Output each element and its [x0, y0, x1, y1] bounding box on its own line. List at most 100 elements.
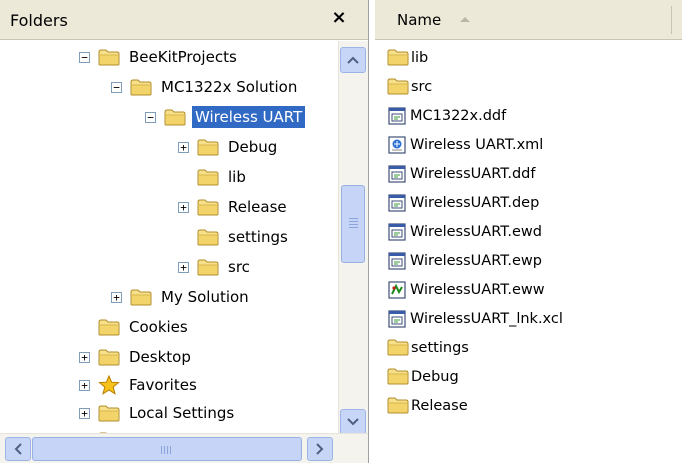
folder-icon: [98, 319, 120, 336]
file-name: WirelessUART.dep: [410, 194, 540, 211]
list-item[interactable]: settings: [387, 333, 563, 362]
tree-item-debug[interactable]: + Debug: [178, 134, 280, 160]
list-item[interactable]: WirelessUART.eww: [387, 275, 563, 304]
list-item[interactable]: WirelessUART.ewd: [387, 217, 563, 246]
ddf-file-icon: [387, 106, 407, 126]
list-item[interactable]: Release: [387, 391, 563, 420]
expand-toggle[interactable]: +: [178, 141, 189, 153]
list-item[interactable]: MC1322x.ddf: [387, 101, 563, 130]
folder-icon: [387, 49, 409, 66]
tree-item-label: Favorites: [129, 376, 197, 394]
scroll-up-button[interactable]: [340, 47, 366, 73]
folder-icon: [98, 349, 120, 366]
collapse-toggle[interactable]: −: [145, 111, 156, 123]
file-name: WirelessUART.eww: [410, 281, 545, 298]
list-item[interactable]: Wireless UART.xml: [387, 130, 563, 159]
scroll-right-button[interactable]: [307, 437, 333, 461]
tree-item-label: Wireless UART: [192, 106, 306, 128]
file-list: lib src MC1322x.ddf Wireless UART.xml Wi…: [387, 43, 563, 420]
sort-ascending-icon: [460, 17, 470, 22]
list-item[interactable]: src: [387, 72, 563, 101]
tree-item-cookies[interactable]: Cookies: [79, 314, 191, 340]
folder-icon: [98, 405, 120, 422]
folder-icon: [130, 289, 152, 306]
file-name: lib: [411, 49, 429, 66]
collapse-toggle[interactable]: −: [79, 51, 90, 63]
expand-toggle[interactable]: +: [79, 379, 90, 391]
column-separator[interactable]: [671, 6, 672, 34]
tree-item-label: src: [228, 258, 250, 276]
tree-item-label: Debug: [228, 138, 278, 156]
tree-item-label: Release: [228, 198, 287, 216]
file-name: WirelessUART.ddf: [410, 165, 536, 182]
dep-file-icon: [387, 193, 407, 213]
list-item[interactable]: Debug: [387, 362, 563, 391]
expand-toggle[interactable]: +: [111, 291, 122, 303]
tree-item-release[interactable]: + Release: [178, 194, 290, 220]
folders-pane: Folders × − BeeKitProjects − MC1322x Sol…: [0, 0, 369, 463]
xcl-file-icon: [387, 309, 407, 329]
star-icon: [98, 375, 120, 395]
file-name: Release: [411, 397, 468, 414]
scroll-down-button[interactable]: [340, 409, 366, 435]
folder-tree: − BeeKitProjects − MC1322x Solution − Wi…: [0, 41, 338, 433]
tree-item-src[interactable]: + src: [178, 254, 253, 280]
folder-icon: [98, 49, 120, 66]
chevron-down-icon: [347, 418, 359, 426]
scroll-left-button[interactable]: [5, 437, 31, 461]
tree-item-label: BeeKitProjects: [129, 48, 237, 66]
chevron-left-icon: [14, 443, 22, 455]
tree-item-beekitprojects[interactable]: − BeeKitProjects: [79, 44, 240, 70]
file-name: WirelessUART_lnk.xcl: [410, 310, 563, 327]
list-item[interactable]: WirelessUART_lnk.xcl: [387, 304, 563, 333]
list-item[interactable]: lib: [387, 43, 563, 72]
tree-item-lib[interactable]: lib: [178, 164, 249, 190]
folder-icon: [197, 229, 219, 246]
list-item[interactable]: WirelessUART.ddf: [387, 159, 563, 188]
expand-toggle[interactable]: +: [79, 351, 90, 363]
chevron-up-icon: [347, 56, 359, 64]
folder-icon: [130, 79, 152, 96]
ewp-file-icon: [387, 251, 407, 271]
tree-item-mc1322x-solution[interactable]: − MC1322x Solution: [111, 74, 300, 100]
tree-item-local-settings[interactable]: + Local Settings: [79, 400, 237, 426]
tree-horizontal-scrollbar[interactable]: [0, 433, 368, 463]
folders-title: Folders: [10, 11, 68, 30]
folder-icon: [197, 199, 219, 216]
tree-item-label: Local Settings: [129, 404, 235, 422]
tree-item-settings[interactable]: settings: [178, 224, 291, 250]
open-folder-icon: [164, 109, 186, 126]
name-column-header[interactable]: Name: [397, 11, 441, 29]
tree-item-desktop[interactable]: + Desktop: [79, 344, 194, 370]
tree-item-favorites[interactable]: + Favorites: [79, 372, 200, 398]
collapse-toggle[interactable]: −: [111, 81, 122, 93]
tree-item-wireless-uart[interactable]: − Wireless UART: [145, 104, 306, 130]
file-name: src: [411, 78, 433, 95]
expand-toggle[interactable]: +: [178, 201, 189, 213]
ewd-file-icon: [387, 222, 407, 242]
list-item[interactable]: WirelessUART.dep: [387, 188, 563, 217]
vertical-scroll-thumb[interactable]: [341, 185, 365, 263]
folder-icon: [197, 259, 219, 276]
tree-item-my-solution[interactable]: + My Solution: [111, 284, 252, 310]
tree-item-label: lib: [228, 168, 246, 186]
file-list-header: Name: [375, 0, 682, 40]
expand-toggle[interactable]: +: [178, 261, 189, 273]
tree-item-label: Desktop: [129, 348, 191, 366]
folders-header: Folders ×: [0, 0, 368, 40]
folder-icon: [387, 368, 409, 385]
folder-icon: [197, 169, 219, 186]
close-folders-button[interactable]: ×: [327, 6, 351, 30]
file-name: Debug: [411, 368, 459, 385]
tree-vertical-scrollbar[interactable]: [338, 41, 368, 435]
chevron-right-icon: [316, 443, 324, 455]
list-item[interactable]: WirelessUART.ewp: [387, 246, 563, 275]
expand-toggle[interactable]: +: [79, 407, 90, 419]
folder-icon: [387, 78, 409, 95]
tree-item-label: MC1322x Solution: [161, 78, 298, 96]
tree-item-label: Cookies: [129, 318, 188, 336]
horizontal-scroll-thumb[interactable]: [32, 437, 302, 461]
folder-icon: [387, 339, 409, 356]
tree-item-label: My Solution: [161, 288, 249, 306]
file-name: MC1322x.ddf: [410, 107, 507, 124]
